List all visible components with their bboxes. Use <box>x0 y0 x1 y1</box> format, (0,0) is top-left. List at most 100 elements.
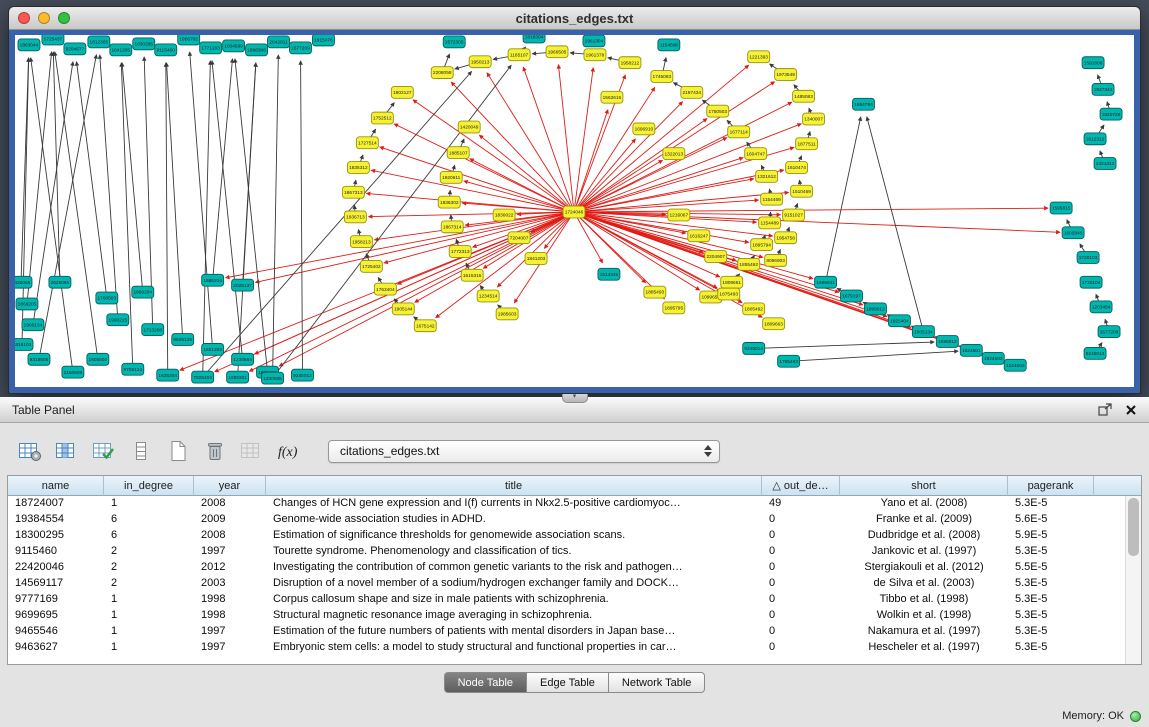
window-zoom-button[interactable] <box>58 12 70 24</box>
graph-node[interactable]: 1950213 <box>469 56 491 68</box>
graph-node[interactable]: 1985603 <box>496 308 518 320</box>
graph-node[interactable]: 1961378 <box>584 49 606 61</box>
table-row[interactable]: 1830029562008Estimation of significance … <box>8 528 1141 544</box>
select-columns-icon[interactable] <box>53 438 81 464</box>
graph-node[interactable]: 1562615 <box>601 91 623 103</box>
graph-node[interactable]: 1616247 <box>688 230 710 242</box>
table-selector-dropdown[interactable]: citations_edges.txt <box>328 440 720 463</box>
graph-node[interactable]: 1905134 <box>22 319 44 331</box>
table-row[interactable]: 946362711997Embryonic stem cells: a mode… <box>8 640 1141 656</box>
graph-node[interactable]: 1677114 <box>728 126 750 138</box>
graph-node[interactable]: 1875493 <box>718 288 740 300</box>
graph-node[interactable]: 1696911 <box>815 276 837 288</box>
graph-node[interactable]: 1431412 <box>1094 158 1116 170</box>
graph-node[interactable]: 1340007 <box>803 113 825 125</box>
graph-node[interactable]: 9245013 <box>1084 347 1106 359</box>
graph-node[interactable]: 1867313 <box>342 186 364 198</box>
graph-node[interactable]: 1675142 <box>414 320 436 332</box>
table-settings-icon[interactable] <box>16 438 44 464</box>
graph-node[interactable]: 1760503 <box>96 292 118 304</box>
graph-node[interactable]: 1604589 <box>223 40 245 52</box>
graph-node[interactable]: 1420049 <box>458 121 480 133</box>
table-row[interactable]: 946554611997Estimation of the future num… <box>8 624 1141 640</box>
graph-node[interactable]: 1820729 <box>1100 108 1122 120</box>
graph-node[interactable]: 1322013 <box>663 148 685 160</box>
vertical-scrollbar[interactable] <box>1125 496 1141 664</box>
float-panel-icon[interactable] <box>1098 403 1113 416</box>
graph-node[interactable]: 1679197 <box>841 290 863 302</box>
graph-node[interactable]: 1763404 <box>374 283 396 295</box>
graph-node[interactable]: 1641205 <box>110 44 132 56</box>
table-row[interactable]: 1456911722003Disruption of a novel membe… <box>8 576 1141 592</box>
tab-edge-table[interactable]: Edge Table <box>527 672 609 693</box>
graph-node[interactable]: 1745083 <box>651 71 673 83</box>
graph-node[interactable]: 2042011 <box>268 36 290 48</box>
graph-node[interactable]: 1863044 <box>18 39 40 51</box>
graph-node[interactable]: 1802127 <box>391 86 413 98</box>
graph-node[interactable]: 1696910 <box>633 123 655 135</box>
graph-node[interactable]: 1835312 <box>347 162 369 174</box>
graph-node[interactable]: 1927343 <box>1092 83 1114 95</box>
column-header-out_degree[interactable]: △ out_de… <box>762 476 840 496</box>
network-window[interactable]: citations_edges.txt 18630441725437920467… <box>8 6 1141 394</box>
graph-node[interactable]: 1920611 <box>440 171 462 183</box>
graph-node[interactable]: 1772313 <box>449 246 471 258</box>
column-header-in_degree[interactable]: in_degree <box>104 476 194 496</box>
graph-node[interactable]: 1925404 <box>888 315 910 327</box>
graph-node[interactable]: 1966505 <box>546 46 568 58</box>
graph-node[interactable]: 9705134 <box>122 363 144 375</box>
graph-node[interactable]: 1885107 <box>447 147 469 159</box>
graph-node[interactable]: 1720103 <box>1077 252 1099 264</box>
graph-node[interactable]: 2025137 <box>232 279 254 291</box>
graph-node[interactable]: 1905144 <box>392 303 414 315</box>
table-row[interactable]: 911546021997Tourette syndrome. Phenomeno… <box>8 544 1141 560</box>
graph-node[interactable]: 1868205 <box>16 298 38 310</box>
graph-node[interactable]: 9245012 <box>292 369 314 381</box>
graph-node[interactable]: 1185107 <box>508 49 530 61</box>
graph-node[interactable]: 1752512 <box>371 112 393 124</box>
graph-node[interactable]: 1915476 <box>312 35 334 46</box>
column-header-title[interactable]: title <box>266 476 762 496</box>
graph-node[interactable]: 1230565 <box>262 372 284 384</box>
tab-network-table[interactable]: Network Table <box>609 672 706 693</box>
graph-node[interactable]: 1885493 <box>644 286 666 298</box>
graph-node[interactable]: 1961304 <box>583 35 605 47</box>
graph-node[interactable]: 1936713 <box>344 211 366 223</box>
graph-node[interactable]: 2204907 <box>705 251 727 263</box>
graph-node[interactable]: 1830295 <box>133 38 155 50</box>
graph-node[interactable]: 1572305 <box>443 36 465 48</box>
graph-node[interactable]: 8096903 <box>765 255 787 267</box>
graph-node[interactable]: 1234514 <box>477 290 499 302</box>
network-canvas[interactable]: 1863044172543792046771812305164120518302… <box>15 35 1134 387</box>
graph-node[interactable]: 1224503 <box>1004 359 1026 371</box>
graph-node[interactable]: 1888306 <box>246 44 268 56</box>
graph-node[interactable]: 2208058 <box>431 67 453 79</box>
graph-node[interactable]: 1216067 <box>668 209 690 221</box>
graph-node[interactable]: 1664794 <box>853 98 875 110</box>
graph-node[interactable]: 1841203 <box>525 253 547 265</box>
graph-node[interactable]: 1958213 <box>350 236 372 248</box>
graph-node[interactable]: 1604747 <box>745 148 767 160</box>
graph-node[interactable]: 1686204 <box>202 274 224 286</box>
panel-splitter-handle[interactable]: ▾ <box>562 394 588 403</box>
column-header-name[interactable]: name <box>8 476 104 496</box>
graph-node[interactable]: 1771203 <box>200 42 222 54</box>
graph-node[interactable]: 1973549 <box>775 69 797 81</box>
graph-node[interactable]: 1696912 <box>936 336 958 348</box>
graph-node[interactable]: 1818103 <box>15 339 33 351</box>
graph-node[interactable]: 1765493 <box>778 355 800 367</box>
graph-node[interactable]: 1895794 <box>751 239 773 251</box>
graph-node[interactable]: 1605502 <box>87 353 109 365</box>
graph-node[interactable]: 1724046 <box>563 206 585 218</box>
graph-node[interactable]: 1958212 <box>619 57 641 69</box>
import-table-icon[interactable] <box>238 438 266 464</box>
delete-column-icon[interactable] <box>201 438 229 464</box>
graph-node[interactable]: 1869204 <box>132 286 154 298</box>
graph-node[interactable]: 1809661 <box>721 276 743 288</box>
graph-node[interactable]: 9245014 <box>743 343 765 355</box>
graph-node[interactable]: 1154469 <box>761 193 783 205</box>
graph-node[interactable]: 1677209 <box>290 42 312 54</box>
graph-node[interactable]: 1725437 <box>42 35 64 45</box>
table-row[interactable]: 1938455462009Genome-wide association stu… <box>8 512 1141 528</box>
column-header-pagerank[interactable]: pagerank <box>1008 476 1094 496</box>
